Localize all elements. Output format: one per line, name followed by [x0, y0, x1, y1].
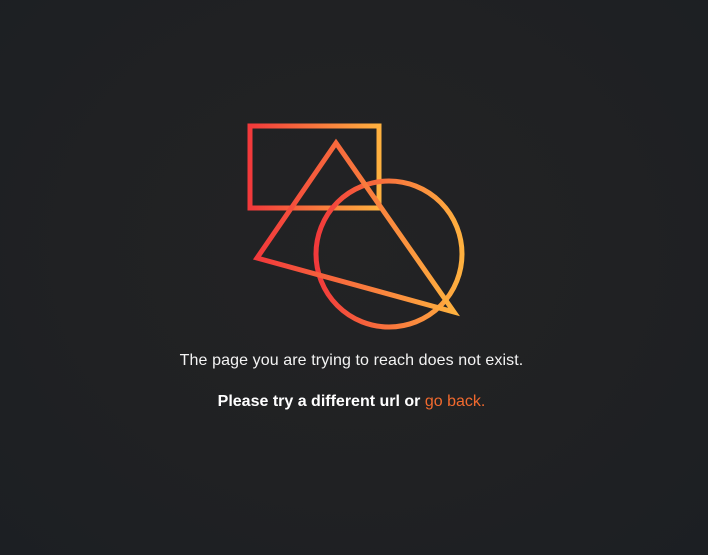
triangle-shape: [252, 138, 461, 317]
hint-text: Please try a different url or: [217, 393, 425, 410]
rectangle-shape: [247, 123, 382, 211]
circle-shape: [313, 178, 465, 330]
hint-line: Please try a different url or go back.: [0, 393, 703, 411]
go-back-link[interactable]: go back.: [425, 393, 485, 410]
broken-shapes-icon: [247, 123, 465, 330]
error-message: The page you are trying to reach does no…: [179, 352, 524, 369]
